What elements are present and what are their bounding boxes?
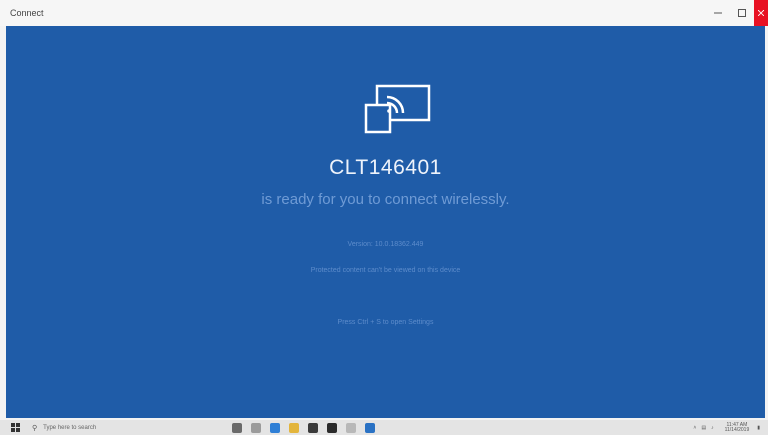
connect-panel: CLT146401 is ready for you to connect wi…	[6, 26, 765, 418]
edge-icon[interactable]	[270, 422, 280, 433]
notification-icon[interactable]: ▮	[757, 425, 760, 431]
taskbar-clock[interactable]: 11:47 AM 11/14/2019	[720, 422, 750, 433]
cast-screen-icon	[363, 83, 435, 137]
volume-icon[interactable]: ♪	[711, 425, 714, 431]
windows-start-icon[interactable]	[8, 420, 22, 435]
search-placeholder: Type here to search	[43, 424, 97, 431]
version-text: Version: 10.0.18362.449	[347, 241, 424, 248]
title-bar[interactable]: Connect	[0, 0, 768, 26]
network-icon[interactable]: ▤	[701, 425, 706, 431]
mail-icon[interactable]	[327, 422, 337, 433]
tray-chevron-icon[interactable]: ˄	[693, 425, 696, 431]
store-icon[interactable]	[346, 422, 356, 433]
taskbar-search[interactable]: ⚲ Type here to search	[32, 422, 96, 433]
restore-icon[interactable]	[730, 0, 754, 26]
connect-app-icon[interactable]	[365, 422, 375, 433]
taskbar-apps	[232, 420, 384, 435]
search-icon: ⚲	[32, 424, 38, 432]
file-explorer-icon[interactable]	[251, 422, 261, 433]
folder-icon[interactable]	[289, 422, 299, 433]
taskbar: ⚲ Type here to search ˄ ▤ ♪ 11:47 AM 11/…	[0, 420, 768, 435]
close-icon[interactable]	[754, 0, 768, 26]
minimize-icon[interactable]	[706, 0, 730, 26]
window-title: Connect	[10, 8, 44, 18]
window-controls	[706, 0, 768, 26]
ready-message: is ready for you to connect wirelessly.	[261, 191, 510, 208]
settings-hint: Press Ctrl + S to open Settings	[337, 319, 434, 326]
task-view-icon[interactable]	[232, 422, 242, 433]
device-name: CLT146401	[329, 156, 442, 179]
clock-date: 11/14/2019	[724, 426, 750, 433]
protected-content-notice: Protected content can't be viewed on thi…	[310, 267, 461, 274]
connect-window: Connect CLT146401 is ready for you to co…	[0, 0, 768, 420]
camera-icon[interactable]	[308, 422, 318, 433]
system-tray: ˄ ▤ ♪ 11:47 AM 11/14/2019 ▮	[688, 420, 760, 435]
